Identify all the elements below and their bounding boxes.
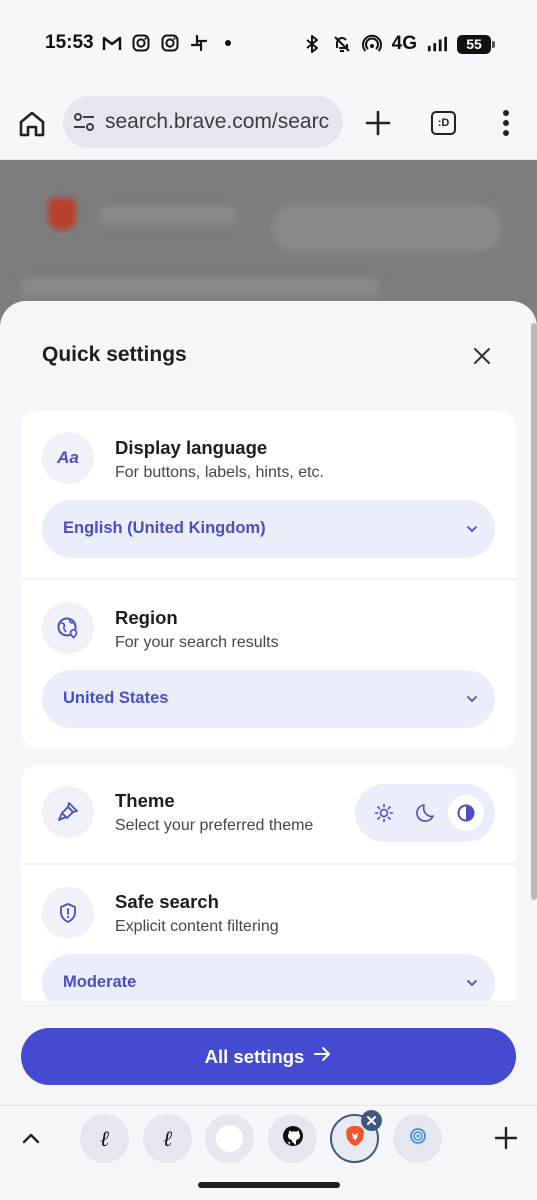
theme-title: Theme [115,790,175,811]
arrow-right-icon [312,1044,332,1069]
new-tab-icon[interactable] [363,108,393,138]
tab-item[interactable]: ℓ [143,1114,192,1163]
mute-icon [332,34,352,54]
tab-item[interactable] [268,1114,317,1163]
system-theme-icon[interactable] [448,795,484,831]
notification-icons [102,33,238,53]
github-icon [282,1125,304,1152]
settings-card-language-region: Aa Display language For buttons, labels,… [21,411,516,748]
script-l-icon: ℓ [162,1126,173,1152]
language-icon: Aa [42,432,94,484]
theme-subtitle: Select your preferred theme [115,817,314,834]
scrollbar[interactable] [531,323,537,900]
chevron-down-icon [465,522,479,536]
bluetooth-icon [302,34,322,54]
battery-indicator: 55 [457,34,495,54]
instagram-icon [131,33,151,53]
gmail-icon [102,33,122,53]
shield-icon [42,887,94,939]
divider [21,578,516,580]
language-icon-text: Aa [57,448,79,467]
language-title: Display language [115,437,268,458]
light-theme-icon[interactable] [366,795,402,831]
tab-item[interactable] [393,1114,442,1163]
more-menu-icon[interactable] [496,108,516,138]
blurred-text [98,206,238,224]
blank-page-icon [216,1125,243,1152]
region-subtitle: For your search results [115,634,279,651]
region-select[interactable]: United States [42,670,495,728]
brave-icon [345,1125,365,1152]
signal-icon [427,34,447,54]
system-icons: 4G 55 [302,33,495,55]
browser-toolbar: search.brave.com/searc :D [0,86,537,160]
instagram-icon [160,33,180,53]
close-icon[interactable] [469,343,495,369]
paint-brush-icon [42,786,94,838]
add-tab-icon[interactable] [493,1125,519,1151]
brave-logo-icon [48,198,76,230]
language-select[interactable]: English (United Kingdom) [42,500,495,558]
chevron-down-icon [465,976,479,990]
close-tab-icon[interactable] [361,1110,382,1131]
sheet-title: Quick settings [42,343,187,366]
tab-item[interactable] [205,1114,254,1163]
globe-pin-icon [42,602,94,654]
address-bar[interactable]: search.brave.com/searc [63,96,343,148]
language-subtitle: For buttons, labels, hints, etc. [115,464,324,481]
tab-switcher-button[interactable]: :D [431,111,456,135]
status-bar: 15:53 4G 55 [0,0,537,86]
divider [21,863,516,865]
chevron-up-icon[interactable] [20,1128,42,1150]
spiral-icon [408,1126,428,1151]
theme-toggle [355,784,495,842]
hotspot-icon [361,34,382,54]
tab-item[interactable]: ℓ [80,1114,129,1163]
blurred-settings-pill [272,204,502,252]
safe-search-title: Safe search [115,891,219,912]
slack-icon [189,33,209,53]
quick-settings-sheet: Quick settings Aa Display language For b… [0,301,537,1105]
safe-search-subtitle: Explicit content filtering [115,918,279,935]
safe-search-select-value: Moderate [63,973,137,991]
all-settings-button[interactable]: All settings [21,1028,516,1085]
dimmed-page [0,160,537,320]
dark-theme-icon[interactable] [407,795,443,831]
chevron-down-icon [465,692,479,706]
url-text: search.brave.com/searc [105,110,330,133]
all-settings-label: All settings [204,1045,305,1067]
dot-icon [218,33,238,53]
home-icon[interactable] [16,108,48,140]
language-select-value: English (United Kingdom) [63,519,266,537]
tab-strip: ℓ ℓ [0,1105,537,1200]
status-time: 15:53 [45,32,94,53]
network-type: 4G [391,33,417,54]
site-settings-icon[interactable] [71,109,97,135]
gesture-bar[interactable] [198,1182,340,1188]
script-l-icon: ℓ [99,1126,110,1152]
region-title: Region [115,607,178,628]
region-select-value: United States [63,689,169,707]
blurred-tabs [20,278,380,296]
